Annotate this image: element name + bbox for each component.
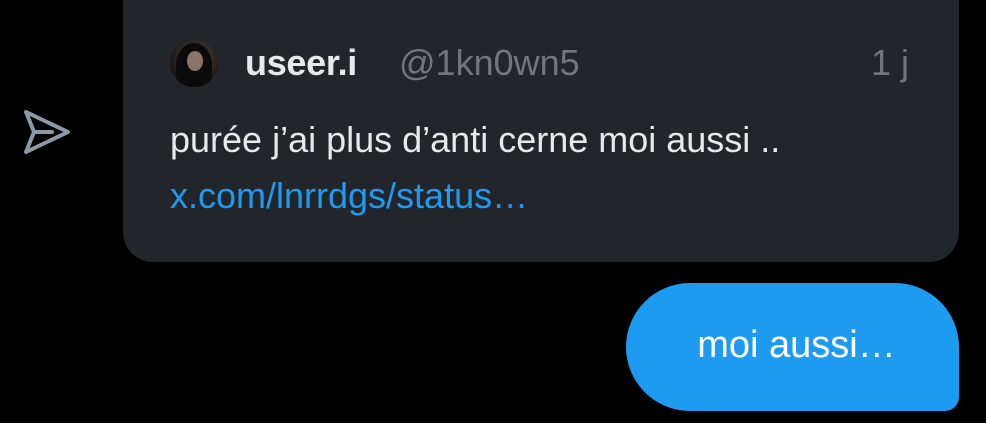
tweet-timestamp: 1 j [870, 42, 909, 83]
author-handle[interactable]: @1kn0wn5 [399, 42, 580, 84]
avatar-face [187, 51, 203, 71]
author-name[interactable]: useer.i [245, 42, 357, 84]
sent-message-bubble[interactable]: moi aussi… [626, 283, 959, 411]
quoted-tweet-link[interactable]: x.com/lnrrdgs/status… [170, 175, 528, 216]
share-arrow-svg [24, 110, 70, 154]
quoted-tweet-text: purée j’ai plus d’anti cerne moi aussi .… [170, 112, 870, 224]
avatar[interactable] [170, 39, 218, 87]
dm-conversation: useer.i @1kn0wn5 1 j purée j’ai plus d’a… [0, 0, 986, 423]
quoted-tweet-card[interactable]: useer.i @1kn0wn5 1 j purée j’ai plus d’a… [123, 0, 959, 262]
quoted-tweet-body: purée j’ai plus d’anti cerne moi aussi .… [170, 119, 781, 160]
share-arrow-icon[interactable] [22, 108, 72, 156]
sent-message-text: moi aussi… [697, 324, 896, 366]
